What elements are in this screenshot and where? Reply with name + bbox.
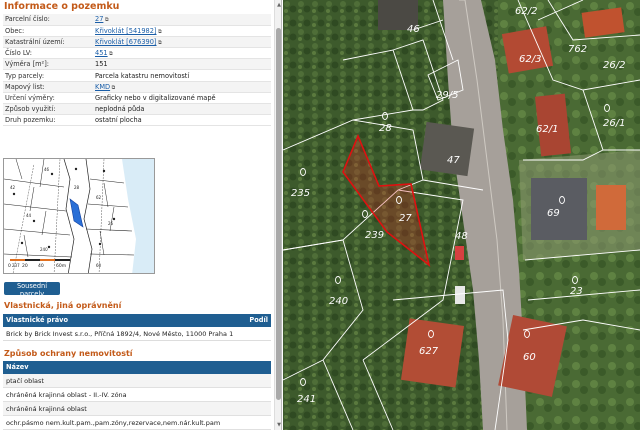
- parcel-label: 26/2: [603, 60, 625, 71]
- minimap-scale-label-2: 40: [38, 263, 44, 269]
- name-column-header: Název: [6, 363, 29, 371]
- parcel-label: 27: [399, 213, 412, 224]
- parcel-label: 627: [419, 346, 439, 357]
- parcel-label: 62/3: [519, 54, 541, 65]
- parcel-label: 46: [407, 24, 420, 35]
- parcel-label: 240: [329, 296, 348, 307]
- info-row-value: ostatní plocha: [93, 114, 271, 127]
- svg-text:240: 240: [40, 247, 48, 252]
- info-row-label: Mapový list:: [3, 81, 93, 93]
- svg-text:42: 42: [10, 185, 16, 190]
- parcel-label: 47: [447, 155, 460, 166]
- info-row-label: Způsob využití:: [3, 103, 93, 116]
- svg-text:62: 62: [96, 195, 102, 200]
- info-row-value[interactable]: KMD ⧉: [93, 81, 271, 93]
- minimap-scale-label-0: 0: [8, 263, 11, 269]
- info-row: Číslo LV: 451 ⧉: [3, 47, 271, 60]
- info-row-link[interactable]: KMD: [95, 83, 110, 91]
- info-row: Typ parcely: Parcela katastru nemovitostí: [3, 69, 271, 82]
- owner-row: Brick by Brick Invest s.r.o., Příčná 189…: [3, 327, 271, 341]
- parcel-label: 60: [523, 352, 536, 363]
- neighbors-button[interactable]: Sousední parcely: [4, 282, 60, 298]
- info-row-label: Typ parcely:: [3, 69, 93, 82]
- info-row-label: Číslo LV:: [3, 47, 93, 60]
- svg-text:44: 44: [26, 213, 32, 218]
- parcel-label: 69: [547, 208, 560, 219]
- info-row: Druh pozemku: ostatní plocha: [3, 114, 271, 127]
- parcel-label: 62/2: [515, 6, 537, 17]
- protection-list: ptačí oblast chráněná krajinná oblast - I…: [3, 374, 271, 430]
- info-row: Mapový list: KMD ⧉: [3, 81, 271, 93]
- info-row-label: Obec:: [3, 25, 93, 37]
- scrollbar-thumb[interactable]: [276, 28, 281, 400]
- protection-table-header: Název: [3, 361, 271, 374]
- parcel-label: 26/1: [603, 118, 625, 129]
- external-link-icon: ⧉: [156, 39, 162, 46]
- parcel-label: 23: [570, 286, 583, 297]
- cadastral-map[interactable]: 46 62/2 762 62/3 26/2 29/5 28 62/1 26/1 47 235 27 69…: [283, 0, 640, 430]
- svg-text:46: 46: [44, 167, 50, 172]
- info-row: Určení výměry: Graficky nebo v digitalizo…: [3, 92, 271, 105]
- info-row-label: Druh pozemku:: [3, 114, 93, 127]
- info-row-value[interactable]: 451 ⧉: [93, 47, 271, 60]
- scroll-up-icon[interactable]: ▲: [276, 2, 281, 8]
- parcel-minimap[interactable]: 42 46 44 62 26 240 237 60 28 0 20 40 60m: [3, 158, 155, 274]
- info-row: Obec: Křivoklát [541982] ⧉: [3, 25, 271, 37]
- info-row-label: Výměra [m²]:: [3, 58, 93, 71]
- info-row-value: Graficky nebo v digitalizované mapě: [93, 92, 271, 105]
- info-row-label: Katastrální území:: [3, 36, 93, 49]
- share-column-header: Podíl: [249, 316, 268, 324]
- info-row-label: Parcelní číslo:: [3, 14, 93, 26]
- external-link-icon: ⧉: [156, 28, 162, 35]
- scroll-down-icon[interactable]: ▼: [276, 422, 281, 428]
- external-link-icon: ⧉: [103, 17, 109, 24]
- parcel-label: 762: [568, 44, 587, 55]
- info-row-value: Parcela katastru nemovitostí: [93, 69, 271, 82]
- info-row-value: neplodná půda: [93, 103, 271, 116]
- svg-text:26: 26: [108, 221, 114, 226]
- svg-text:60: 60: [96, 263, 102, 268]
- parcel-label: 48: [455, 231, 468, 242]
- minimap-scale-label-1: 20: [22, 263, 28, 269]
- parcel-label: 239: [365, 230, 384, 241]
- parcel-label: 28: [379, 123, 392, 134]
- parcel-info-table: Parcelní číslo: 27 ⧉ Obec: Křivoklát [54198…: [3, 14, 271, 127]
- parcel-label: 62/1: [536, 124, 558, 135]
- info-row: Katastrální území: Křivoklát [676390] ⧉: [3, 36, 271, 49]
- parcel-info-panel: Informace o pozemku Parcelní číslo: 27 ⧉ O…: [0, 0, 282, 430]
- minimap-scale-label-3: 60m: [56, 263, 66, 269]
- info-row-value[interactable]: Křivoklát [541982] ⧉: [93, 25, 271, 37]
- svg-text:237: 237: [12, 263, 20, 268]
- parcel-label: 241: [297, 394, 316, 405]
- parcel-label: 29/5: [436, 90, 458, 101]
- info-row-value[interactable]: Křivoklát [676390] ⧉: [93, 36, 271, 49]
- protection-item: chráněná krajinná oblast: [3, 402, 271, 416]
- info-row-link[interactable]: Křivoklát [676390]: [95, 38, 157, 46]
- panel-scrollbar[interactable]: ▲ ▼: [274, 0, 281, 430]
- owner-column-header: Vlastnické právo: [6, 316, 68, 324]
- info-row-label: Určení výměry:: [3, 92, 93, 105]
- external-link-icon: ⧉: [107, 51, 113, 58]
- external-link-icon: ⧉: [110, 84, 116, 91]
- protection-heading: Způsob ochrany nemovitostí: [4, 349, 133, 358]
- info-row-value[interactable]: 27 ⧉: [93, 14, 271, 26]
- info-row-value: 151: [93, 58, 271, 71]
- protection-item: chráněná krajinná oblast - II.-IV. zóna: [3, 388, 271, 402]
- panel-title: Informace o pozemku: [4, 1, 120, 12]
- info-row-link[interactable]: 451: [95, 49, 108, 57]
- info-row: Způsob využití: neplodná půda: [3, 103, 271, 116]
- owners-table-header: Vlastnické právo Podíl: [3, 314, 271, 327]
- info-row: Parcelní číslo: 27 ⧉: [3, 14, 271, 26]
- protection-item: ptačí oblast: [3, 374, 271, 388]
- svg-text:28: 28: [74, 185, 80, 190]
- owners-heading: Vlastnická, jiná oprávnění: [4, 301, 122, 310]
- info-row: Výměra [m²]: 151: [3, 58, 271, 71]
- parcel-label: 235: [291, 188, 310, 199]
- protection-item: ochr.pásmo nem.kult.pam.,pam.zóny,rezerv…: [3, 416, 271, 430]
- info-row-link[interactable]: Křivoklát [541982]: [95, 27, 157, 35]
